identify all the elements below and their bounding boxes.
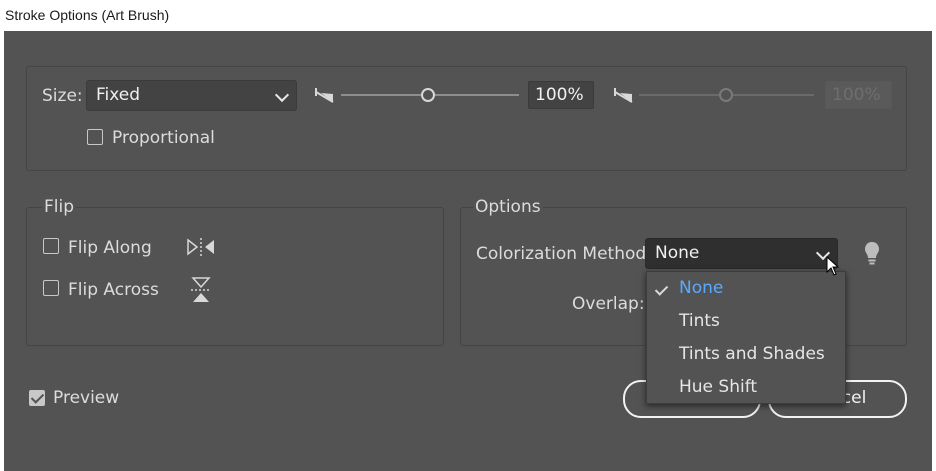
colorization-dropdown-menu: None Tints Tints and Shades Hue Shift xyxy=(646,271,846,404)
max-size-slider-thumb[interactable] xyxy=(719,88,733,102)
flip-across-icon xyxy=(191,277,211,302)
flip-panel xyxy=(26,207,444,346)
preview-label[interactable]: Preview xyxy=(53,388,119,408)
brush-min-size-icon xyxy=(315,88,334,103)
flip-heading: Flip xyxy=(42,197,77,217)
flip-across-checkbox[interactable] xyxy=(43,280,59,296)
size-select-value: Fixed xyxy=(96,85,141,105)
lightbulb-icon[interactable] xyxy=(864,241,880,267)
max-size-input[interactable]: 100% xyxy=(825,81,892,109)
colorization-method-select[interactable]: None xyxy=(645,238,838,269)
brush-max-size-icon xyxy=(614,88,633,103)
min-size-slider-thumb[interactable] xyxy=(421,88,435,102)
min-size-input[interactable]: 100% xyxy=(528,81,594,109)
title-bar: Stroke Options (Art Brush) xyxy=(0,0,936,31)
options-heading: Options xyxy=(473,197,543,217)
mouse-cursor-icon xyxy=(826,255,840,276)
colorization-option-tints-and-shades[interactable]: Tints and Shades xyxy=(679,344,825,364)
window-title: Stroke Options (Art Brush) xyxy=(5,7,170,23)
preview-checkbox[interactable] xyxy=(29,390,45,406)
flip-along-label[interactable]: Flip Along xyxy=(68,238,152,258)
flip-across-label[interactable]: Flip Across xyxy=(68,280,159,300)
flip-along-checkbox[interactable] xyxy=(43,238,59,254)
stroke-options-dialog: Size: Fixed 100% 100% Proportional Flip … xyxy=(4,31,932,471)
size-select[interactable]: Fixed xyxy=(86,80,297,111)
overlap-label: Overlap: xyxy=(572,294,645,314)
chevron-down-icon xyxy=(274,87,290,103)
colorization-option-hue-shift[interactable]: Hue Shift xyxy=(679,377,757,397)
proportional-label[interactable]: Proportional xyxy=(112,128,215,148)
flip-along-icon xyxy=(187,238,214,256)
checkmark-icon xyxy=(654,282,669,296)
size-label: Size: xyxy=(42,86,83,106)
colorization-method-label: Colorization Method: xyxy=(476,244,652,264)
colorization-method-value: None xyxy=(655,243,700,263)
proportional-checkbox[interactable] xyxy=(87,129,103,145)
colorization-option-tints[interactable]: Tints xyxy=(679,311,720,331)
colorization-option-none[interactable]: None xyxy=(679,278,723,298)
